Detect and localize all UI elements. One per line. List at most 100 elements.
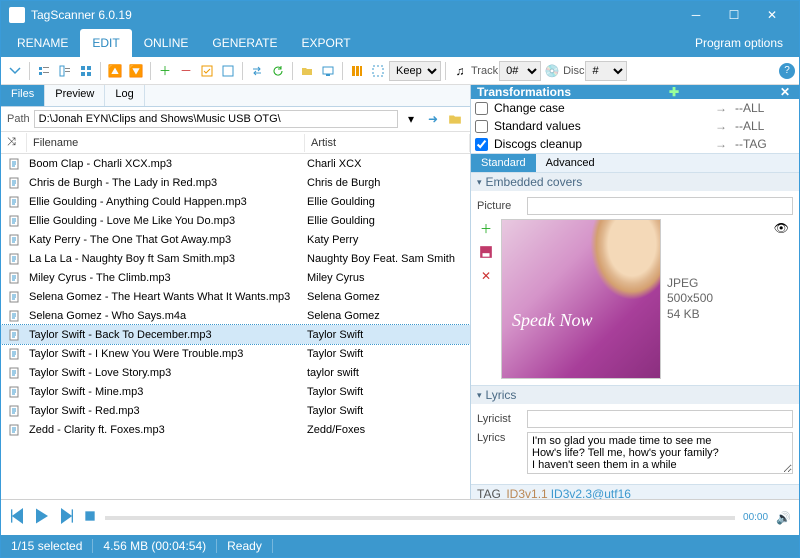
table-row[interactable]: Ellie Goulding - Anything Could Happen.m… (1, 192, 470, 211)
track-icon[interactable]: ♫ (450, 61, 470, 81)
lyricist-input[interactable] (527, 410, 793, 428)
close-button[interactable]: ✕ (753, 1, 791, 29)
track-format-select[interactable]: 0# (499, 61, 541, 81)
tab-files[interactable]: Files (1, 85, 45, 106)
screen-icon[interactable] (318, 61, 338, 81)
transform-checkbox[interactable] (475, 102, 488, 115)
folder-icon[interactable] (297, 61, 317, 81)
columns-icon[interactable] (347, 61, 367, 81)
help-icon[interactable]: ? (779, 63, 795, 79)
transform-row[interactable]: Change case→--ALL (471, 99, 799, 117)
menu-online[interactable]: ONLINE (132, 29, 201, 57)
col-shuffle[interactable]: ⤨ (1, 133, 27, 152)
prev-button[interactable] (9, 508, 25, 527)
dropdown-icon[interactable] (5, 61, 25, 81)
file-icon (1, 405, 27, 417)
tab-log[interactable]: Log (105, 85, 144, 106)
transformations-close-icon[interactable]: ✕ (777, 85, 793, 99)
sort-down-icon[interactable]: 🔽 (126, 61, 146, 81)
action-a-icon[interactable] (197, 61, 217, 81)
menu-rename[interactable]: RENAME (5, 29, 80, 57)
table-row[interactable]: La La La - Naughty Boy ft Sam Smith.mp3N… (1, 249, 470, 268)
section-covers: ▾Embedded covers Picture ＋ ✕ JPEG 500x50 (471, 172, 799, 385)
action-b-icon[interactable] (218, 61, 238, 81)
table-row[interactable]: Selena Gomez - Who Says.m4aSelena Gomez (1, 306, 470, 325)
transform-checkbox[interactable] (475, 138, 488, 151)
list-toggle-a-icon[interactable] (34, 61, 54, 81)
path-browse-icon[interactable] (446, 110, 464, 128)
cover-view-icon[interactable]: 👁 (774, 221, 789, 235)
path-dropdown-icon[interactable]: ▾ (402, 110, 420, 128)
add-icon[interactable]: ＋ (155, 61, 175, 81)
table-row[interactable]: Taylor Swift - I Knew You Were Trouble.m… (1, 344, 470, 363)
arrow-icon: → (715, 119, 727, 133)
picture-input[interactable] (527, 197, 793, 215)
play-button[interactable] (33, 507, 51, 528)
transform-checkbox[interactable] (475, 120, 488, 133)
maximize-button[interactable]: ☐ (715, 1, 753, 29)
table-row[interactable]: Zedd - Clarity ft. Foxes.mp3Zedd/Foxes (1, 420, 470, 439)
next-button[interactable] (59, 508, 75, 527)
lyrics-header[interactable]: ▾Lyrics (471, 386, 799, 404)
titlebar: TagScanner 6.0.19 ─ ☐ ✕ (1, 1, 799, 29)
menu-export[interactable]: EXPORT (290, 29, 363, 57)
cell-artist: Ellie Goulding (305, 196, 470, 208)
disc-format-select[interactable]: # (585, 61, 627, 81)
disc-icon[interactable]: 💿 (542, 61, 562, 81)
program-options-link[interactable]: Program options (683, 29, 795, 57)
sort-up-icon[interactable]: 🔼 (105, 61, 125, 81)
transform-target: --ALL (735, 119, 795, 133)
cover-image[interactable] (501, 219, 661, 379)
transform-row[interactable]: Standard values→--ALL (471, 117, 799, 135)
file-icon (1, 253, 27, 265)
grid-icon[interactable] (76, 61, 96, 81)
select-all-icon[interactable] (368, 61, 388, 81)
list-toggle-b-icon[interactable] (55, 61, 75, 81)
table-row[interactable]: Boom Clap - Charli XCX.mp3Charli XCX (1, 154, 470, 173)
refresh-icon[interactable] (268, 61, 288, 81)
table-row[interactable]: Selena Gomez - The Heart Wants What It W… (1, 287, 470, 306)
table-row[interactable]: Miley Cyrus - The Climb.mp3Miley Cyrus (1, 268, 470, 287)
right-pane: Transformations ✚ ✕ Change case→--ALLSta… (471, 85, 799, 499)
window-title: TagScanner 6.0.19 (31, 8, 677, 22)
file-list[interactable]: Boom Clap - Charli XCX.mp3Charli XCXChri… (1, 154, 470, 499)
minimize-button[interactable]: ─ (677, 1, 715, 29)
stop-button[interactable] (83, 509, 97, 526)
table-row[interactable]: Taylor Swift - Love Story.mp3taylor swif… (1, 363, 470, 382)
cell-filename: Ellie Goulding - Love Me Like You Do.mp3 (27, 215, 305, 227)
table-row[interactable]: Taylor Swift - Mine.mp3Taylor Swift (1, 382, 470, 401)
covers-header[interactable]: ▾Embedded covers (471, 173, 799, 191)
remove-icon[interactable]: － (176, 61, 196, 81)
tab-advanced[interactable]: Advanced (536, 154, 605, 172)
transform-row[interactable]: Discogs cleanup→--TAG (471, 135, 799, 153)
menu-generate[interactable]: GENERATE (200, 29, 289, 57)
file-icon (1, 158, 27, 170)
playback-track[interactable] (105, 516, 735, 520)
tab-preview[interactable]: Preview (45, 85, 105, 106)
swap-icon[interactable] (247, 61, 267, 81)
col-artist[interactable]: Artist (305, 134, 470, 152)
lyrics-textarea[interactable] (527, 432, 793, 474)
cell-artist: Charli XCX (305, 158, 470, 170)
cover-delete-icon[interactable]: ✕ (477, 267, 495, 285)
menu-edit[interactable]: EDIT (80, 29, 131, 57)
col-filename[interactable]: Filename (27, 134, 305, 152)
table-row[interactable]: Katy Perry - The One That Got Away.mp3Ka… (1, 230, 470, 249)
table-row[interactable]: Taylor Swift - Back To December.mp3Taylo… (1, 325, 470, 344)
volume-icon[interactable]: 🔊 (776, 511, 791, 525)
cell-filename: Taylor Swift - Mine.mp3 (27, 386, 305, 398)
path-go-icon[interactable]: ➜ (424, 110, 442, 128)
table-row[interactable]: Taylor Swift - Red.mp3Taylor Swift (1, 401, 470, 420)
keep-select[interactable]: Keep (389, 61, 441, 81)
tab-standard[interactable]: Standard (471, 154, 536, 172)
file-icon (1, 177, 27, 189)
cover-save-icon[interactable] (477, 243, 495, 261)
cell-filename: Taylor Swift - Back To December.mp3 (27, 329, 305, 341)
table-row[interactable]: Chris de Burgh - The Lady in Red.mp3Chri… (1, 173, 470, 192)
table-row[interactable]: Ellie Goulding - Love Me Like You Do.mp3… (1, 211, 470, 230)
cover-add-icon[interactable]: ＋ (477, 219, 495, 237)
cell-filename: Taylor Swift - Love Story.mp3 (27, 367, 305, 379)
status-selection: 1/15 selected (1, 539, 93, 553)
transformations-add-icon[interactable]: ✚ (666, 85, 682, 99)
path-input[interactable] (34, 110, 398, 128)
